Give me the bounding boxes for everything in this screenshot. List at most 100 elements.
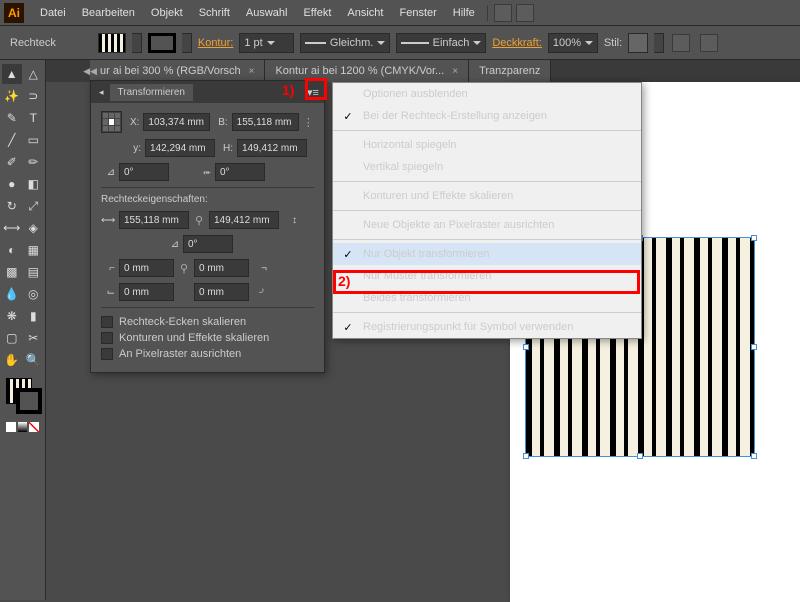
pencil-tool[interactable]: ✏: [24, 152, 44, 172]
mi-align-pixel[interactable]: Neue Objekte an Pixelraster ausrichten: [333, 214, 641, 236]
blend-tool[interactable]: ◎: [24, 284, 44, 304]
eraser-tool[interactable]: ◧: [24, 174, 44, 194]
menu-auswahl[interactable]: Auswahl: [238, 7, 296, 19]
doc-icon[interactable]: [516, 4, 534, 22]
stroke-dd[interactable]: [182, 33, 192, 53]
menu-fenster[interactable]: Fenster: [391, 7, 444, 19]
panel-tab-transform[interactable]: Transformieren: [110, 84, 193, 101]
slice-tool[interactable]: ✂: [24, 328, 44, 348]
fill-stroke-control[interactable]: [6, 378, 42, 414]
corner-tl-input[interactable]: 0 mm: [119, 259, 174, 277]
eyedropper-tool[interactable]: 💧: [2, 284, 22, 304]
gradient-tool[interactable]: ▤: [24, 262, 44, 282]
rectangle-tool[interactable]: ▭: [24, 130, 44, 150]
opacity-input[interactable]: 100%: [548, 33, 598, 53]
blob-tool[interactable]: ●: [2, 174, 22, 194]
menu-ansicht[interactable]: Ansicht: [339, 7, 391, 19]
artboard-tool[interactable]: ▢: [2, 328, 22, 348]
w-input[interactable]: 155,118 mm: [232, 113, 299, 131]
direct-selection-tool[interactable]: △: [24, 64, 44, 84]
stroke-weight[interactable]: 1 pt: [239, 33, 294, 53]
zoom-tool[interactable]: 🔍: [24, 350, 44, 370]
hand-tool[interactable]: ✋: [2, 350, 22, 370]
mi-flip-h[interactable]: Horizontal spiegeln: [333, 134, 641, 156]
close-icon[interactable]: ×: [249, 66, 255, 77]
stroke-link[interactable]: Kontur:: [198, 37, 233, 49]
mi-transform-both[interactable]: Beides transformieren: [333, 287, 641, 309]
rect-angle-input[interactable]: 0°: [183, 235, 233, 253]
mi-use-reg-point[interactable]: ✓Registrierungspunkt für Symbol verwende…: [333, 316, 641, 338]
menu-bearbeiten[interactable]: Bearbeiten: [74, 7, 143, 19]
menu-hilfe[interactable]: Hilfe: [445, 7, 483, 19]
link-corners-icon[interactable]: ⚲: [178, 259, 190, 277]
mesh-tool[interactable]: ▩: [2, 262, 22, 282]
tool-box: ▲△ ✨⊃ ✎T ╱▭ ✐✏ ●◧ ↻⤢ ⟷◈ ◐▦ ▩▤ 💧◎ ❋▮ ▢✂ ✋…: [0, 60, 46, 600]
mi-scale-strokes[interactable]: Konturen und Effekte skalieren: [333, 185, 641, 207]
x-input[interactable]: 103,374 mm: [143, 113, 210, 131]
scale-strokes-checkbox[interactable]: Konturen und Effekte skalieren: [101, 332, 314, 344]
h-input[interactable]: 149,412 mm: [237, 139, 307, 157]
gradient-mode-icon[interactable]: [18, 422, 28, 432]
rotate-input[interactable]: 0°: [119, 163, 169, 181]
scale-corners-checkbox[interactable]: Rechteck-Ecken skalieren: [101, 316, 314, 328]
annotation-label-2: 2): [338, 273, 350, 289]
mi-hide-options[interactable]: Optionen ausblenden: [333, 83, 641, 105]
type-tool[interactable]: T: [24, 108, 44, 128]
extra-icon2[interactable]: [700, 34, 718, 52]
scale-tool[interactable]: ⤢: [24, 196, 44, 216]
none-mode-icon[interactable]: [29, 422, 39, 432]
rect-angle-icon: ⊿: [165, 239, 179, 250]
doc-tab-1[interactable]: ur ai bei 300 % (RGB/Vorsch×: [90, 60, 265, 82]
shape-builder-tool[interactable]: ◐: [2, 240, 22, 260]
reference-point[interactable]: [101, 111, 122, 133]
rect-w-input[interactable]: 155,118 mm: [119, 211, 189, 229]
align-pixel-checkbox[interactable]: An Pixelraster ausrichten: [101, 348, 314, 360]
extra-icon1[interactable]: [672, 34, 690, 52]
menu-effekt[interactable]: Effekt: [295, 7, 339, 19]
graph-tool[interactable]: ▮: [24, 306, 44, 326]
width-tool[interactable]: ⟷: [2, 218, 22, 238]
doc-tab-3[interactable]: Tranzparenz: [469, 60, 551, 82]
rect-h-input[interactable]: 149,412 mm: [209, 211, 279, 229]
selection-tool[interactable]: ▲: [2, 64, 22, 84]
line-tool[interactable]: ╱: [2, 130, 22, 150]
menu-datei[interactable]: Datei: [32, 7, 74, 19]
rotate-tool[interactable]: ↻: [2, 196, 22, 216]
mi-flip-v[interactable]: Vertikal spiegeln: [333, 156, 641, 178]
lasso-tool[interactable]: ⊃: [24, 86, 44, 106]
document-tabs: ur ai bei 300 % (RGB/Vorsch× Kontur ai b…: [0, 60, 800, 82]
color-mode-icon[interactable]: [6, 422, 16, 432]
corner-br-input[interactable]: 0 mm: [194, 283, 249, 301]
link-icon[interactable]: ⚲: [193, 211, 205, 229]
opacity-link[interactable]: Deckkraft:: [492, 37, 542, 49]
pen-tool[interactable]: ✎: [2, 108, 22, 128]
stroke-swatch[interactable]: [148, 33, 176, 53]
stroke-box[interactable]: [16, 388, 42, 414]
paintbrush-tool[interactable]: ✐: [2, 152, 22, 172]
stroke-profile1[interactable]: Gleichm.: [300, 33, 390, 53]
style-dd[interactable]: [654, 33, 664, 53]
link-wh-icon[interactable]: ⋮: [303, 113, 314, 131]
corner-bl-input[interactable]: 0 mm: [119, 283, 174, 301]
panel-collapse-left[interactable]: ◀◀: [80, 62, 100, 80]
menu-schrift[interactable]: Schrift: [191, 7, 238, 19]
stroke-profile2[interactable]: Einfach: [396, 33, 486, 53]
style-swatch[interactable]: [628, 33, 648, 53]
symbol-tool[interactable]: ❋: [2, 306, 22, 326]
magic-wand-tool[interactable]: ✨: [2, 86, 22, 106]
mi-show-on-create[interactable]: ✓Bei der Rechteck-Erstellung anzeigen: [333, 105, 641, 127]
perspective-tool[interactable]: ▦: [24, 240, 44, 260]
mi-transform-object-only[interactable]: ✓Nur Objekt transformieren: [333, 243, 641, 265]
panel-flyout-button[interactable]: ▾≡: [304, 83, 322, 101]
corner-tr-input[interactable]: 0 mm: [194, 259, 249, 277]
layout-icon[interactable]: [494, 4, 512, 22]
y-input[interactable]: 142,294 mm: [145, 139, 215, 157]
menu-objekt[interactable]: Objekt: [143, 7, 191, 19]
shear-input[interactable]: 0°: [215, 163, 265, 181]
fill-dd[interactable]: [132, 33, 142, 53]
doc-tab-2[interactable]: Kontur ai bei 1200 % (CMYK/Vor...×: [265, 60, 469, 82]
mi-transform-pattern-only[interactable]: Nur Muster transformieren: [333, 265, 641, 287]
fill-swatch[interactable]: [98, 33, 126, 53]
free-transform-tool[interactable]: ◈: [24, 218, 44, 238]
close-icon[interactable]: ×: [452, 66, 458, 77]
